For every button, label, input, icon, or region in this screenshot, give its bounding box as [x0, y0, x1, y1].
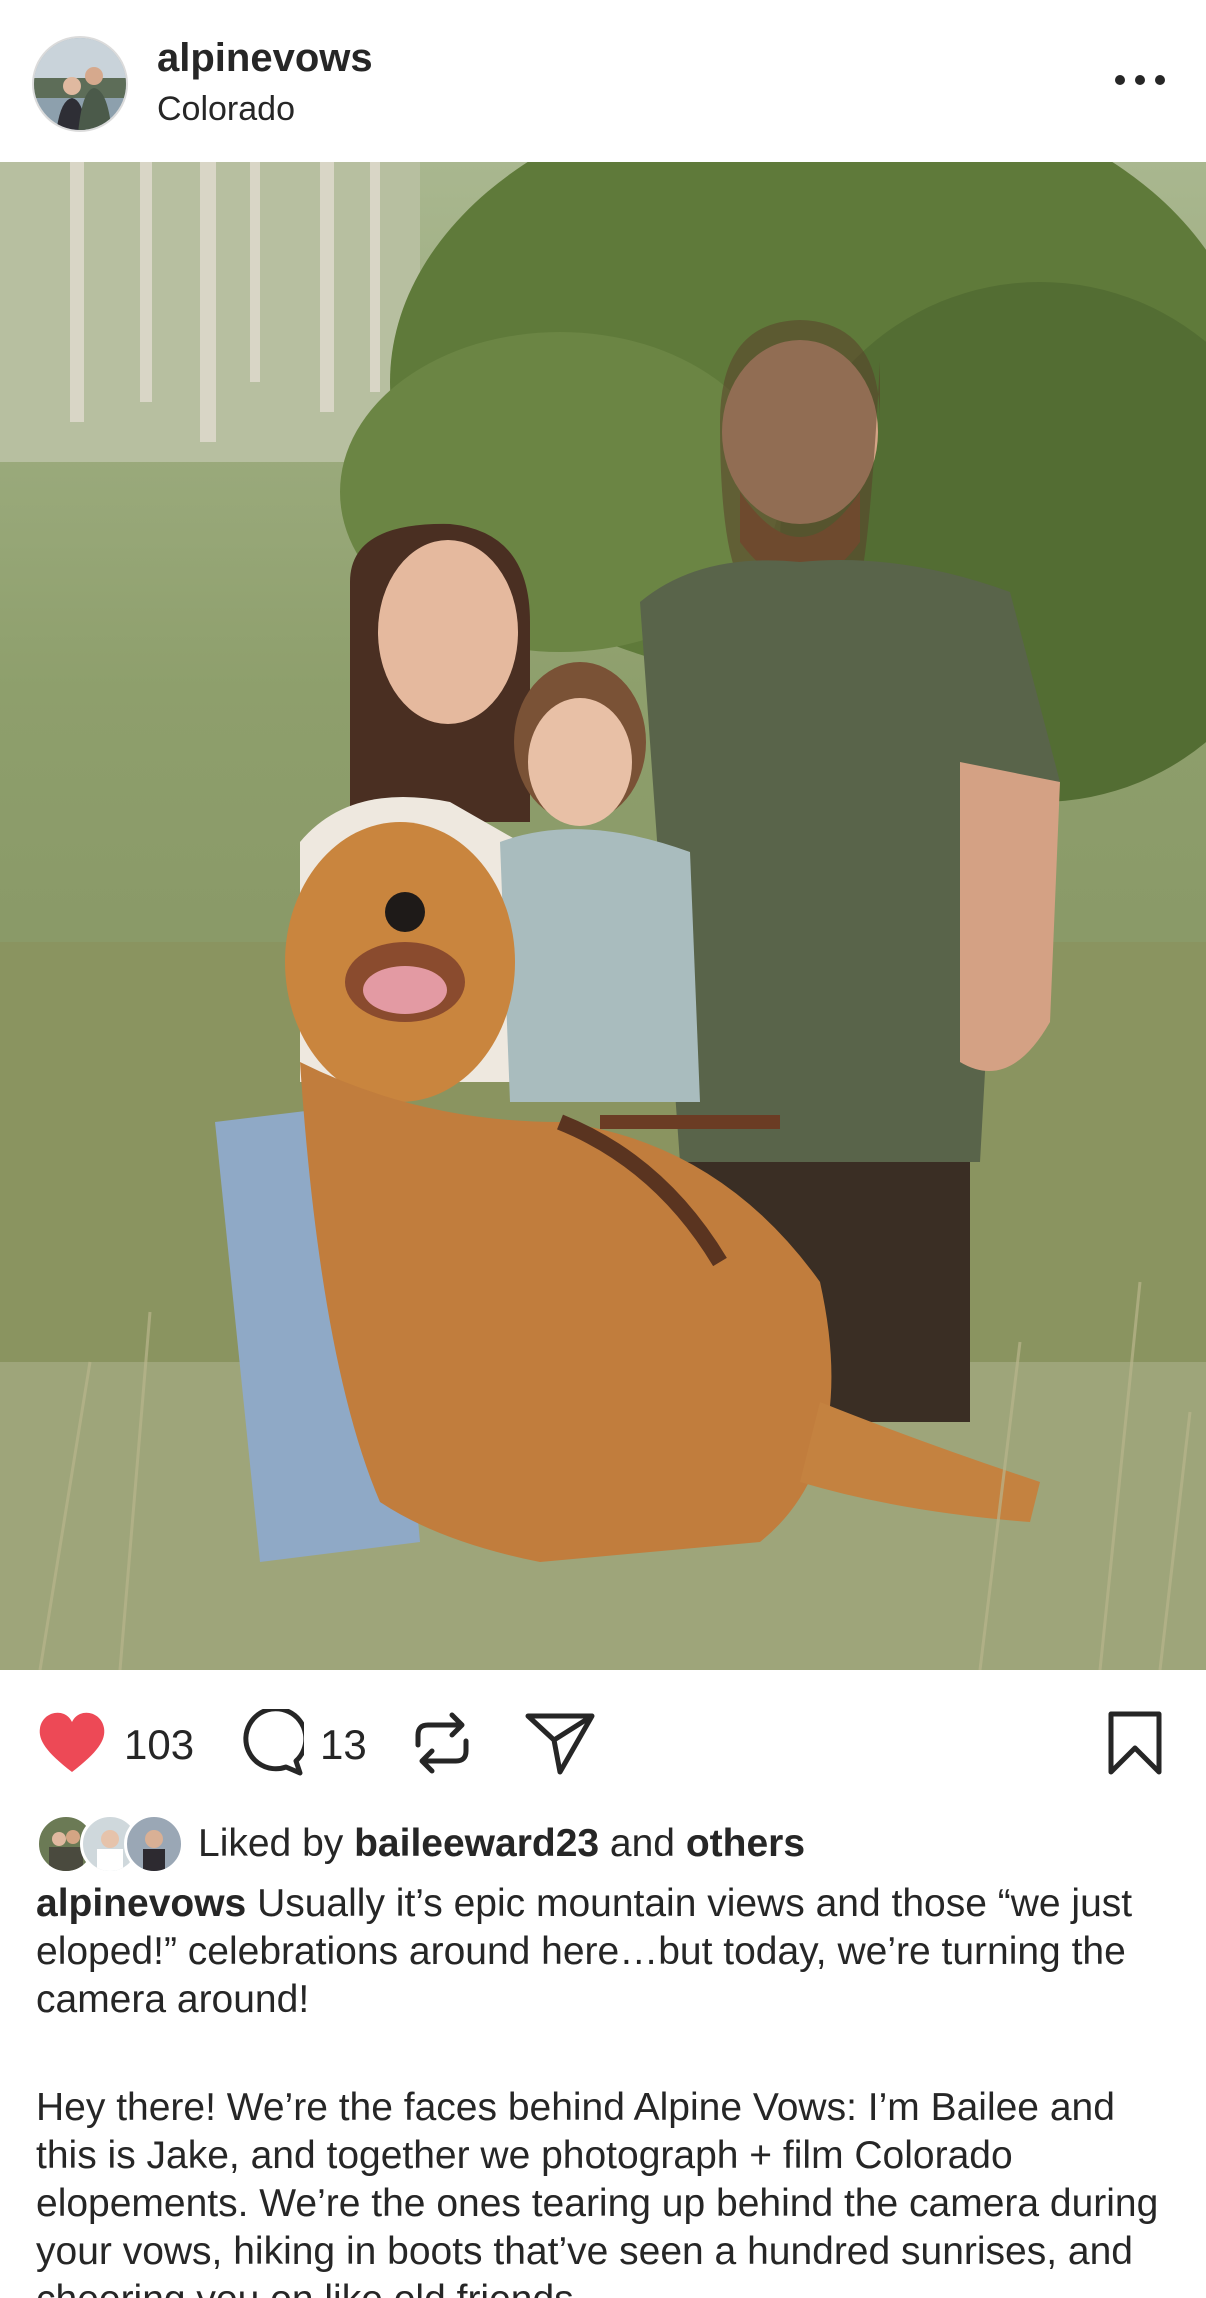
share-button[interactable]	[524, 1710, 596, 1780]
save-button[interactable]	[1106, 1710, 1164, 1780]
liked-by-row[interactable]: Liked by baileeward23 and others	[36, 1812, 805, 1876]
avatar	[124, 1814, 184, 1874]
profile-avatar[interactable]	[32, 36, 128, 132]
location-label[interactable]: Colorado	[157, 90, 295, 129]
repost-button[interactable]	[410, 1710, 474, 1780]
liked-by-avatars	[36, 1814, 186, 1874]
username[interactable]: alpinevows	[157, 36, 373, 81]
liked-by-text[interactable]: Liked by baileeward23 and others	[198, 1822, 805, 1866]
post-caption: alpinevows Usually it’s epic mountain vi…	[36, 1880, 1176, 2298]
liked-by-others[interactable]: others	[686, 1822, 805, 1865]
caption-paragraph-2: Hey there! We’re the faces behind Alpine…	[36, 2086, 1159, 2298]
post-actions-bar: 103 13	[0, 1670, 1206, 1810]
comment-button[interactable]: 13	[236, 1705, 367, 1782]
likes-count[interactable]: 103	[124, 1721, 194, 1769]
heart-icon[interactable]	[36, 1710, 108, 1781]
caption-author[interactable]: alpinevows	[36, 1882, 246, 1925]
post-photo[interactable]	[0, 162, 1206, 1670]
repost-icon[interactable]	[410, 1709, 474, 1782]
liked-by-prefix: Liked by	[198, 1822, 344, 1865]
caption-paragraph-1: alpinevows Usually it’s epic mountain vi…	[36, 1880, 1176, 2024]
share-icon[interactable]	[524, 1710, 596, 1781]
like-button[interactable]: 103	[36, 1710, 194, 1780]
comment-icon[interactable]	[236, 1705, 309, 1782]
liked-by-conjunction: and	[609, 1822, 675, 1865]
more-options-icon[interactable]	[1110, 60, 1170, 100]
post-header: alpinevows Colorado	[0, 0, 1206, 162]
comments-count[interactable]: 13	[320, 1721, 367, 1769]
liked-by-user[interactable]: baileeward23	[354, 1822, 599, 1865]
bookmark-icon[interactable]	[1106, 1710, 1164, 1781]
